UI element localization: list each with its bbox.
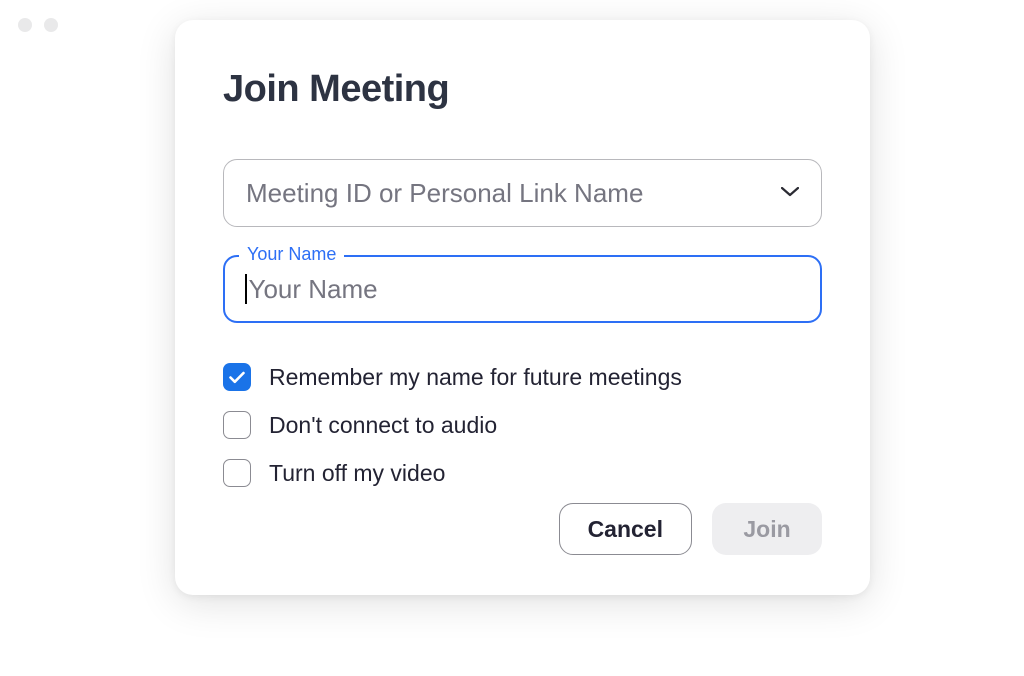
no-video-checkbox[interactable] <box>223 459 251 487</box>
no-video-checkbox-row[interactable]: Turn off my video <box>223 459 822 487</box>
cancel-button[interactable]: Cancel <box>559 503 692 555</box>
window-dot-close[interactable] <box>18 18 32 32</box>
no-audio-checkbox-row[interactable]: Don't connect to audio <box>223 411 822 439</box>
no-video-label: Turn off my video <box>269 460 445 487</box>
meeting-id-placeholder: Meeting ID or Personal Link Name <box>246 178 781 209</box>
remember-name-label: Remember my name for future meetings <box>269 364 682 391</box>
text-cursor <box>245 274 247 304</box>
remember-name-checkbox[interactable] <box>223 363 251 391</box>
no-audio-label: Don't connect to audio <box>269 412 497 439</box>
check-icon <box>229 371 245 384</box>
name-field-wrapper: Your Name Your Name <box>223 255 822 323</box>
chevron-down-icon <box>781 184 799 202</box>
join-button-label: Join <box>743 516 790 543</box>
window-dot-minimize[interactable] <box>44 18 58 32</box>
join-button[interactable]: Join <box>712 503 822 555</box>
checkbox-group: Remember my name for future meetings Don… <box>223 363 822 487</box>
name-placeholder: Your Name <box>249 274 378 305</box>
cancel-button-label: Cancel <box>588 516 663 543</box>
window-controls <box>18 18 58 32</box>
meeting-id-field[interactable]: Meeting ID or Personal Link Name <box>223 159 822 227</box>
remember-name-checkbox-row[interactable]: Remember my name for future meetings <box>223 363 822 391</box>
button-row: Cancel Join <box>223 503 822 555</box>
no-audio-checkbox[interactable] <box>223 411 251 439</box>
modal-title: Join Meeting <box>223 68 822 111</box>
name-field-label: Your Name <box>239 244 344 265</box>
name-input[interactable]: Your Name <box>223 255 822 323</box>
join-meeting-modal: Join Meeting Meeting ID or Personal Link… <box>175 20 870 595</box>
